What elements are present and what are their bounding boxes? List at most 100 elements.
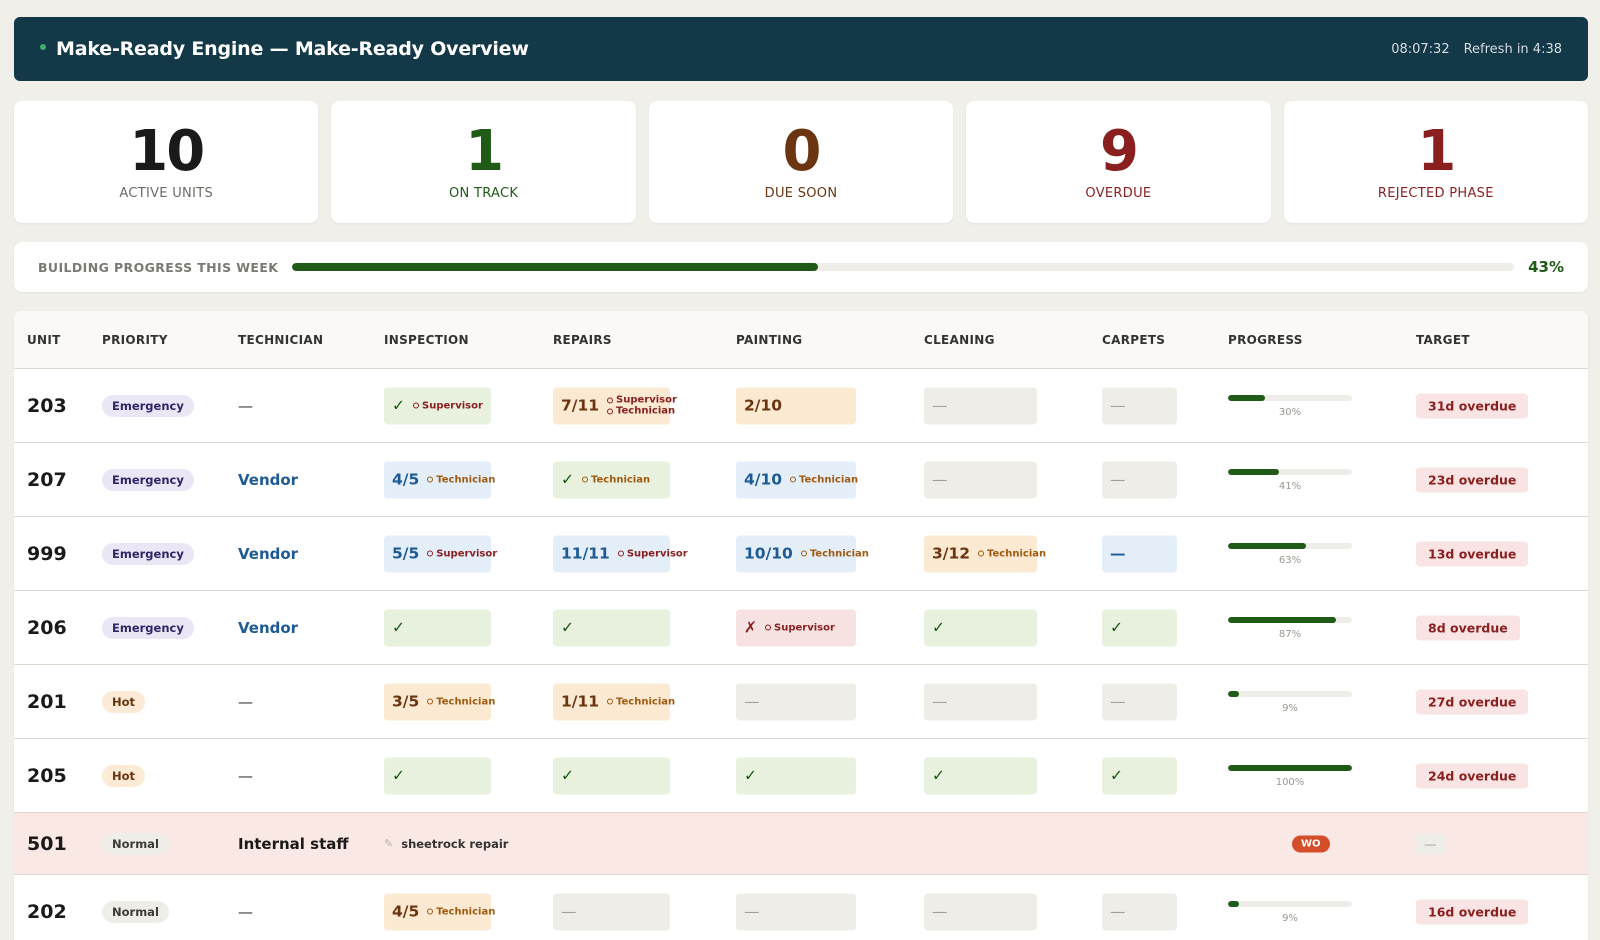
priority-badge: Emergency [102, 394, 194, 417]
assignee-name: Technician [616, 405, 676, 417]
column-header-carpets[interactable]: CARPETS [1102, 333, 1165, 347]
phase-carpets[interactable]: ✓ [1102, 609, 1177, 646]
phase-inspection[interactable]: 4/5 Technician [384, 893, 495, 930]
note-text: sheetrock repair [401, 836, 509, 851]
unit-number[interactable]: 207 [27, 469, 67, 491]
phase-status: 4/5 [392, 470, 420, 489]
unit-number[interactable]: 206 [27, 617, 67, 639]
phase-repairs[interactable]: ✓ [553, 757, 670, 794]
phase-repairs[interactable]: ✓ [553, 609, 670, 646]
unit-number[interactable]: 205 [27, 765, 67, 787]
table-row[interactable]: 501 Normal Internal staff ✎ sheetrock repair… [14, 813, 1588, 875]
phase-status: — [1110, 396, 1126, 415]
progress-track [1228, 468, 1352, 475]
table-row[interactable]: 206 Emergency Vendor ✓ ✓ ✗ Supervisor ✓ ✓ 87% 8d o… [14, 591, 1588, 665]
table-row[interactable]: 203 Emergency — ✓ Supervisor 7/11 Supervisor Te… [14, 369, 1588, 443]
unit-number[interactable]: 999 [27, 543, 67, 565]
priority-badge: Normal [102, 832, 169, 855]
header-meta: 08:07:32 Refresh in 4:38 [1391, 42, 1562, 57]
technician[interactable]: Vendor [238, 471, 298, 489]
phase-assignees: Supervisor [765, 622, 835, 633]
phase-repairs[interactable]: — [553, 893, 670, 930]
stat-overdue[interactable]: 9 OVERDUE [966, 101, 1271, 223]
technician: — [238, 902, 253, 921]
phase-painting[interactable]: ✓ [736, 757, 856, 794]
phase-inspection[interactable]: ✓ [384, 609, 491, 646]
phase-repairs[interactable]: 1/11 Technician [553, 683, 675, 720]
table-row[interactable]: 999 Emergency Vendor 5/5 Supervisor 11/11 Supe… [14, 517, 1588, 591]
phase-painting[interactable]: — [736, 893, 856, 930]
phase-cleaning[interactable]: — [924, 683, 1037, 720]
phase-assignees: Technician [427, 474, 495, 485]
phase-inspection[interactable]: 5/5 Supervisor [384, 535, 497, 572]
column-header-inspection[interactable]: INSPECTION [384, 333, 469, 347]
column-header-progress[interactable]: PROGRESS [1228, 333, 1303, 347]
unit-number[interactable]: 203 [27, 395, 67, 417]
phase-carpets[interactable]: ✓ [1102, 757, 1177, 794]
unit-number[interactable]: 201 [27, 691, 67, 713]
phase-inspection[interactable]: 4/5 Technician [384, 461, 495, 498]
phase-carpets[interactable]: — [1102, 461, 1177, 498]
table-row[interactable]: 207 Emergency Vendor 4/5 Technician ✓ Technici… [14, 443, 1588, 517]
column-header-technician[interactable]: TECHNICIAN [238, 333, 323, 347]
table-row[interactable]: 205 Hot — ✓ ✓ ✓ ✓ ✓ 100% 24d overdue [14, 739, 1588, 813]
phase-carpets[interactable]: — [1102, 535, 1177, 572]
phase-painting[interactable]: 2/10 [736, 387, 856, 424]
phase-inspection[interactable]: ✓ Supervisor [384, 387, 491, 424]
phase-cleaning[interactable]: — [924, 387, 1037, 424]
phase-cleaning[interactable]: ✓ [924, 609, 1037, 646]
person-icon [582, 476, 588, 483]
work-order-badge[interactable]: WO [1292, 835, 1330, 852]
phase-status: ✓ [392, 618, 405, 637]
column-header-unit[interactable]: UNIT [27, 333, 61, 347]
phase-carpets[interactable]: — [1102, 683, 1177, 720]
column-header-painting[interactable]: PAINTING [736, 333, 802, 347]
assignee-name: Supervisor [626, 548, 688, 559]
technician[interactable]: Vendor [238, 545, 298, 563]
technician[interactable]: Vendor [238, 619, 298, 637]
assignee-name: Technician [616, 696, 676, 707]
phase-status: ✓ [561, 470, 574, 489]
unit-number[interactable]: 202 [27, 901, 67, 923]
stat-label: DUE SOON [764, 185, 838, 201]
table-row[interactable]: 201 Hot — 3/5 Technician 1/11 Technician — — — 9% 2… [14, 665, 1588, 739]
phase-carpets[interactable]: — [1102, 893, 1177, 930]
phase-cleaning[interactable]: ✓ [924, 757, 1037, 794]
column-header-cleaning[interactable]: CLEANING [924, 333, 995, 347]
stat-active-units[interactable]: 10 ACTIVE UNITS [14, 101, 319, 223]
progress-fill [1228, 690, 1240, 697]
refresh-countdown[interactable]: Refresh in 4:38 [1464, 42, 1562, 57]
phase-cleaning[interactable]: — [924, 893, 1037, 930]
phase-cleaning[interactable]: — [924, 461, 1037, 498]
phase-painting[interactable]: ✗ Supervisor [736, 609, 856, 646]
phase-repairs[interactable]: 11/11 Supervisor [553, 535, 688, 572]
phase-cleaning[interactable]: 3/12 Technician [924, 535, 1046, 572]
phase-carpets[interactable]: — [1102, 387, 1177, 424]
phase-painting[interactable]: 10/10 Technician [736, 535, 869, 572]
column-header-repairs[interactable]: REPAIRS [553, 333, 612, 347]
target-date: 23d overdue [1416, 467, 1529, 492]
column-header-priority[interactable]: PRIORITY [102, 333, 168, 347]
progress-track [1228, 394, 1352, 401]
phase-painting[interactable]: — [736, 683, 856, 720]
phase-painting[interactable]: 4/10 Technician [736, 461, 858, 498]
table-row[interactable]: 202 Normal — 4/5 Technician — — — — 9% 16d overdue [14, 875, 1588, 940]
stat-rejected-phase[interactable]: 1 REJECTED PHASE [1283, 101, 1589, 223]
stat-due-soon[interactable]: 0 DUE SOON [648, 101, 954, 223]
unit-number[interactable]: 501 [27, 833, 67, 855]
phase-repairs[interactable]: 7/11 Supervisor Technician [553, 387, 677, 424]
phase-status: — [932, 902, 948, 921]
building-progress: BUILDING PROGRESS THIS WEEK 43% [14, 242, 1588, 292]
phase-assignees: Technician [582, 474, 650, 485]
phase-status: 11/11 [561, 544, 610, 563]
assignee-name: Technician [436, 696, 496, 707]
phase-repairs[interactable]: ✓ Technician [553, 461, 670, 498]
stat-on-track[interactable]: 1 ON TRACK [331, 101, 636, 223]
person-icon [427, 476, 434, 483]
phase-inspection[interactable]: 3/5 Technician [384, 683, 495, 720]
phase-inspection[interactable]: ✓ [384, 757, 491, 794]
person-icon [427, 908, 434, 915]
phase-status: ✓ [932, 766, 945, 785]
person-icon [978, 550, 985, 557]
column-header-target[interactable]: TARGET [1416, 333, 1470, 347]
